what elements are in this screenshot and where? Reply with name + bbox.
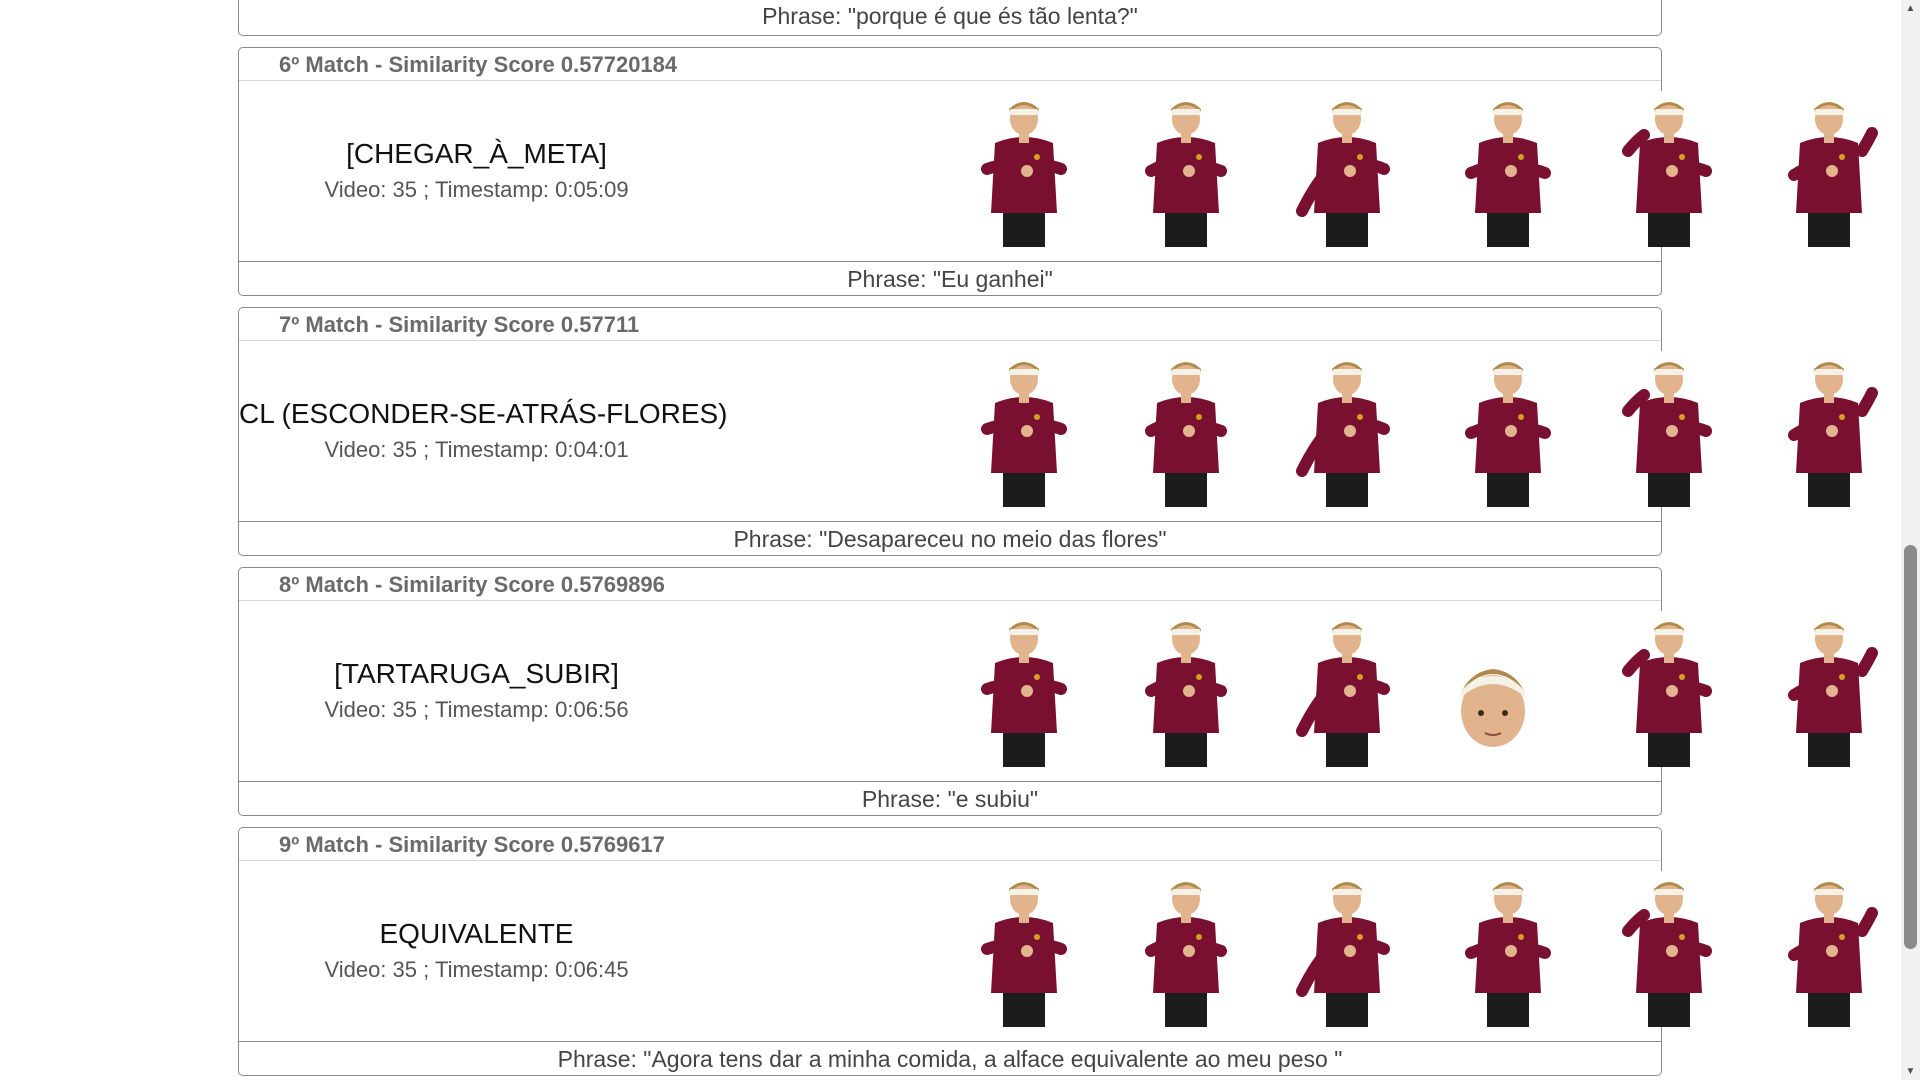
- video-frame-thumbnail: [1453, 351, 1563, 507]
- phrase-text: Phrase: "Eu ganhei": [847, 266, 1053, 292]
- video-frame-thumbnail: [1614, 351, 1724, 507]
- video-timestamp: Video: 35 ; Timestamp: 0:06:56: [324, 697, 629, 722]
- video-frame-thumbnail: [1292, 611, 1402, 767]
- match-header: 8º Match - Similarity Score 0.5769896: [239, 568, 1661, 601]
- frame-strip: [724, 91, 1884, 247]
- match-card: 7º Match - Similarity Score 0.57711 CL (…: [238, 307, 1884, 556]
- video-frame-thumbnail: [1292, 351, 1402, 507]
- video-frame-thumbnail: [1614, 91, 1724, 247]
- frame-strip: [724, 611, 1884, 767]
- video-frame-thumbnail: [969, 351, 1079, 507]
- sign-info: CL (ESCONDER-SE-ATRÁS-FLORES) Video: 35 …: [239, 397, 728, 465]
- match-body: EQUIVALENTE Video: 35 ; Timestamp: 0:06:…: [239, 861, 1884, 1041]
- video-frame-thumbnail: [1292, 871, 1402, 1027]
- scroll-down-arrow-icon[interactable]: ▼: [1901, 1063, 1920, 1080]
- phrase-footer: Phrase: "Desapareceu no meio das flores": [239, 521, 1661, 555]
- sign-gloss: CL (ESCONDER-SE-ATRÁS-FLORES): [239, 398, 728, 429]
- sign-info: [CHEGAR_À_META] Video: 35 ; Timestamp: 0…: [239, 137, 714, 205]
- video-timestamp: Video: 35 ; Timestamp: 0:06:45: [324, 957, 629, 982]
- video-frame-thumbnail: [1614, 871, 1724, 1027]
- sign-gloss: [CHEGAR_À_META]: [346, 138, 607, 169]
- scrollbar-thumb[interactable]: [1904, 545, 1917, 949]
- frame-strip: [724, 351, 1884, 507]
- match-card: 9º Match - Similarity Score 0.5769617 EQ…: [238, 827, 1884, 1076]
- video-frame-thumbnail: [969, 611, 1079, 767]
- phrase-text: Phrase: "e subiu": [861, 786, 1039, 812]
- video-frame-thumbnail: [969, 871, 1079, 1027]
- phrase-footer: Phrase: "e subiu": [239, 781, 1661, 815]
- video-frame-thumbnail: [1453, 871, 1563, 1027]
- match-card: 8º Match - Similarity Score 0.5769896 [T…: [238, 567, 1884, 816]
- phrase-text: Phrase: "Desapareceu no meio das flores": [733, 526, 1167, 552]
- video-frame-thumbnail: [1453, 91, 1563, 247]
- video-frame-thumbnail: [1131, 611, 1241, 767]
- match-header: 7º Match - Similarity Score 0.57711: [239, 308, 1661, 341]
- sign-info: [TARTARUGA_SUBIR] Video: 35 ; Timestamp:…: [239, 657, 714, 725]
- video-frame-thumbnail: [1774, 91, 1884, 247]
- video-frame-thumbnail: [1774, 871, 1884, 1027]
- video-frame-thumbnail: [1774, 611, 1884, 767]
- previous-match-footer: Phrase: "porque é que és tão lenta?": [238, 0, 1662, 36]
- sign-gloss: EQUIVALENTE: [379, 918, 574, 949]
- video-frame-thumbnail: [1453, 611, 1563, 767]
- video-frame-thumbnail: [1131, 871, 1241, 1027]
- frame-strip: [724, 871, 1884, 1027]
- match-header: 6º Match - Similarity Score 0.57720184: [239, 48, 1661, 81]
- phrase-text: Phrase: "porque é que és tão lenta?": [762, 3, 1138, 29]
- vertical-scrollbar[interactable]: ▲ ▼: [1901, 0, 1920, 1080]
- phrase-footer: Phrase: "Agora tens dar a minha comida, …: [239, 1041, 1661, 1075]
- phrase-footer: Phrase: "Eu ganhei": [239, 261, 1661, 295]
- match-header: 9º Match - Similarity Score 0.5769617: [239, 828, 1661, 861]
- phrase-text: Phrase: "Agora tens dar a minha comida, …: [557, 1046, 1343, 1072]
- match-card: 6º Match - Similarity Score 0.57720184 […: [238, 47, 1884, 296]
- match-body: [TARTARUGA_SUBIR] Video: 35 ; Timestamp:…: [239, 601, 1884, 781]
- video-timestamp: Video: 35 ; Timestamp: 0:05:09: [324, 177, 629, 202]
- video-frame-thumbnail: [1131, 91, 1241, 247]
- video-frame-thumbnail: [1292, 91, 1402, 247]
- sign-gloss: [TARTARUGA_SUBIR]: [334, 658, 619, 689]
- match-body: CL (ESCONDER-SE-ATRÁS-FLORES) Video: 35 …: [239, 341, 1884, 521]
- sign-info: EQUIVALENTE Video: 35 ; Timestamp: 0:06:…: [239, 917, 714, 985]
- video-frame-thumbnail: [1614, 611, 1724, 767]
- video-timestamp: Video: 35 ; Timestamp: 0:04:01: [324, 437, 629, 462]
- video-frame-thumbnail: [969, 91, 1079, 247]
- video-frame-thumbnail: [1774, 351, 1884, 507]
- results-viewport: Phrase: "porque é que és tão lenta?" 6º …: [0, 0, 1901, 1080]
- scroll-up-arrow-icon[interactable]: ▲: [1901, 0, 1920, 17]
- match-body: [CHEGAR_À_META] Video: 35 ; Timestamp: 0…: [239, 81, 1884, 261]
- video-frame-thumbnail: [1131, 351, 1241, 507]
